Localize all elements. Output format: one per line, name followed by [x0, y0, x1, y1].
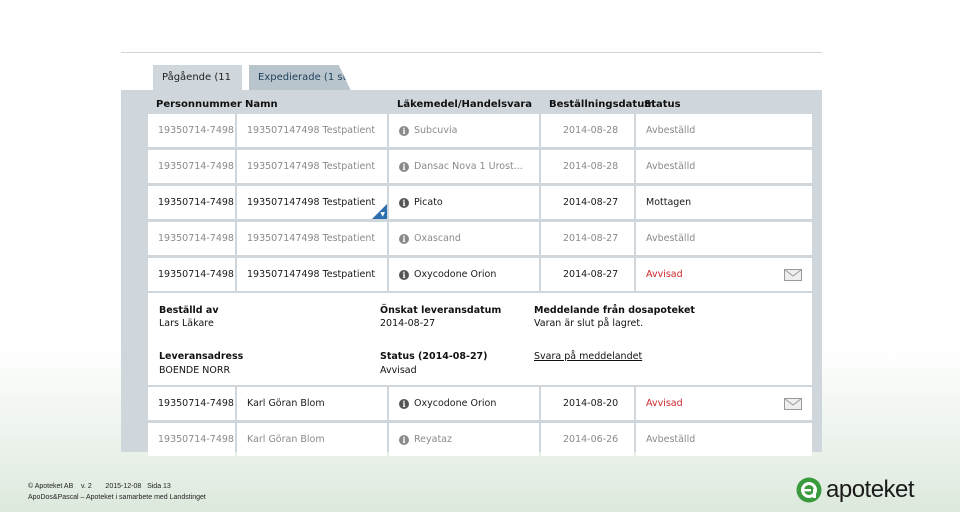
column-header-personnummer[interactable]: Personnummer — [156, 99, 242, 110]
cell-order-date: 2014-08-27 — [541, 186, 634, 219]
table-row[interactable]: 19350714-7498 193507147498 Testpatient i… — [148, 222, 812, 255]
cell-medication: i Picato — [389, 186, 539, 219]
info-icon[interactable]: i — [399, 198, 409, 208]
cell-status: Avbeställd — [636, 423, 812, 456]
cell-personnummer: 19350714-7498 — [148, 222, 235, 255]
medication-name: Dansac Nova 1 Urost... — [414, 161, 523, 172]
cell-status: Mottagen — [636, 186, 812, 219]
ordered-by-value: Lars Läkare — [159, 318, 214, 329]
status-text: Avvisad — [646, 398, 683, 409]
table-row[interactable]: 19350714-7498 193507147498 Testpatient i… — [148, 150, 812, 183]
status-date-value: Avvisad — [380, 365, 417, 376]
info-icon[interactable]: i — [399, 162, 409, 172]
footer-copyright: © Apoteket AB — [28, 483, 74, 490]
delivery-address-value: BOENDE NORR — [159, 365, 231, 376]
status-text: Avvisad — [646, 269, 683, 280]
cell-name: 193507147498 Testpatient — [237, 150, 387, 183]
reply-message-link[interactable]: Svara på meddelandet — [534, 351, 642, 362]
cell-personnummer: 19350714-7498 — [148, 150, 235, 183]
cell-medication: i Reyataz — [389, 423, 539, 456]
envelope-icon[interactable] — [784, 269, 802, 281]
cell-status: Avbeställd — [636, 150, 812, 183]
footer-date: 2015-12-08 — [105, 483, 142, 490]
apoteket-logo-text: apoteket — [826, 476, 915, 503]
cell-name: 193507147498 Testpatient ▼ — [237, 186, 387, 219]
cell-medication: i Oxycodone Orion — [389, 258, 539, 291]
footer-line-2: ApoDos&Pascal – Apoteket i samarbete med… — [28, 494, 206, 501]
cell-medication: i Oxascand — [389, 222, 539, 255]
cell-personnummer: 19350714-7498 — [148, 258, 235, 291]
info-icon[interactable]: i — [399, 399, 409, 409]
patient-name: 193507147498 Testpatient — [247, 197, 376, 208]
table-row-expanded[interactable]: 19350714-7498 193507147498 Testpatient i… — [148, 258, 812, 291]
medication-name: Subcuvia — [414, 125, 458, 136]
cell-personnummer: 19350714-7498 — [148, 387, 235, 420]
cell-medication: i Oxycodone Orion — [389, 387, 539, 420]
cell-status: Avbeställd — [636, 114, 812, 147]
medication-name: Picato — [414, 197, 443, 208]
cell-order-date: 2014-08-28 — [541, 150, 634, 183]
column-header-namn[interactable]: Namn — [245, 99, 278, 110]
cell-name: Karl Göran Blom — [237, 387, 387, 420]
medication-name: Oxycodone Orion — [414, 398, 497, 409]
order-list-frame: Pågående (11 st) Expedierade (1 st) Pers… — [121, 52, 822, 456]
table-row[interactable]: 19350714-7498 Karl Göran Blom i Oxycodone… — [148, 387, 812, 420]
cell-medication: i Dansac Nova 1 Urost... — [389, 150, 539, 183]
cell-name: 193507147498 Testpatient — [237, 114, 387, 147]
info-icon[interactable]: i — [399, 435, 409, 445]
delivery-address-label: Leveransadress — [159, 351, 244, 362]
cell-medication: i Subcuvia — [389, 114, 539, 147]
chevron-down-icon: ▼ — [380, 211, 385, 218]
info-icon[interactable]: i — [399, 270, 409, 280]
cell-order-date: 2014-08-27 — [541, 222, 634, 255]
cell-status: Avvisad — [636, 387, 812, 420]
tab-expedierade[interactable]: Expedierade (1 st) — [249, 65, 351, 91]
table-row[interactable]: 19350714-7498 193507147498 Testpatient ▼… — [148, 186, 812, 219]
cell-name: 193507147498 Testpatient — [237, 258, 387, 291]
info-icon[interactable]: i — [399, 126, 409, 136]
top-divider — [121, 52, 822, 53]
table-row[interactable]: 19350714-7498 Karl Göran Blom i Reyataz 2… — [148, 423, 812, 456]
cell-order-date: 2014-08-20 — [541, 387, 634, 420]
footer-line-1: © Apoteket AB v. 2 2015-12-08 Sida 13 — [28, 483, 171, 490]
cell-personnummer: 19350714-7498 — [148, 423, 235, 456]
cell-order-date: 2014-06-26 — [541, 423, 634, 456]
pharmacy-message-label: Meddelande från dosapoteket — [534, 305, 695, 316]
cell-order-date: 2014-08-28 — [541, 114, 634, 147]
footer-version: v. 2 — [81, 483, 92, 490]
cell-personnummer: 19350714-7498 — [148, 114, 235, 147]
apoteket-logo-icon — [796, 477, 822, 503]
cell-status: Avvisad — [636, 258, 812, 291]
medication-name: Reyataz — [414, 434, 452, 445]
table-row[interactable]: 19350714-7498 193507147498 Testpatient i… — [148, 114, 812, 147]
cell-name: Karl Göran Blom — [237, 423, 387, 456]
column-header-lakemedel[interactable]: Läkemedel/Handelsvara — [397, 99, 532, 110]
medication-name: Oxycodone Orion — [414, 269, 497, 280]
footer-page: Sida 13 — [147, 483, 171, 490]
pharmacy-message-value: Varan är slut på lagret. — [534, 318, 644, 329]
column-header-bestallningsdatum[interactable]: Beställningsdatum — [549, 99, 655, 110]
medication-name: Oxascand — [414, 233, 461, 244]
delivery-date-value: 2014-08-27 — [380, 318, 436, 329]
info-icon[interactable]: i — [399, 234, 409, 244]
ordered-by-label: Beställd av — [159, 305, 219, 316]
cell-name: 193507147498 Testpatient — [237, 222, 387, 255]
apoteket-logo: apoteket — [796, 476, 915, 504]
cell-personnummer: 19350714-7498 — [148, 186, 235, 219]
cell-status: Avbeställd — [636, 222, 812, 255]
order-detail-panel: Beställd av Lars Läkare Önskat leveransd… — [148, 293, 812, 385]
cell-order-date: 2014-08-27 — [541, 258, 634, 291]
tab-pagaende[interactable]: Pågående (11 st) — [153, 65, 242, 109]
delivery-date-label: Önskat leveransdatum — [380, 305, 502, 316]
status-date-label: Status (2014-08-27) — [380, 351, 488, 362]
envelope-icon[interactable] — [784, 398, 802, 410]
column-header-status[interactable]: Status — [644, 99, 681, 110]
